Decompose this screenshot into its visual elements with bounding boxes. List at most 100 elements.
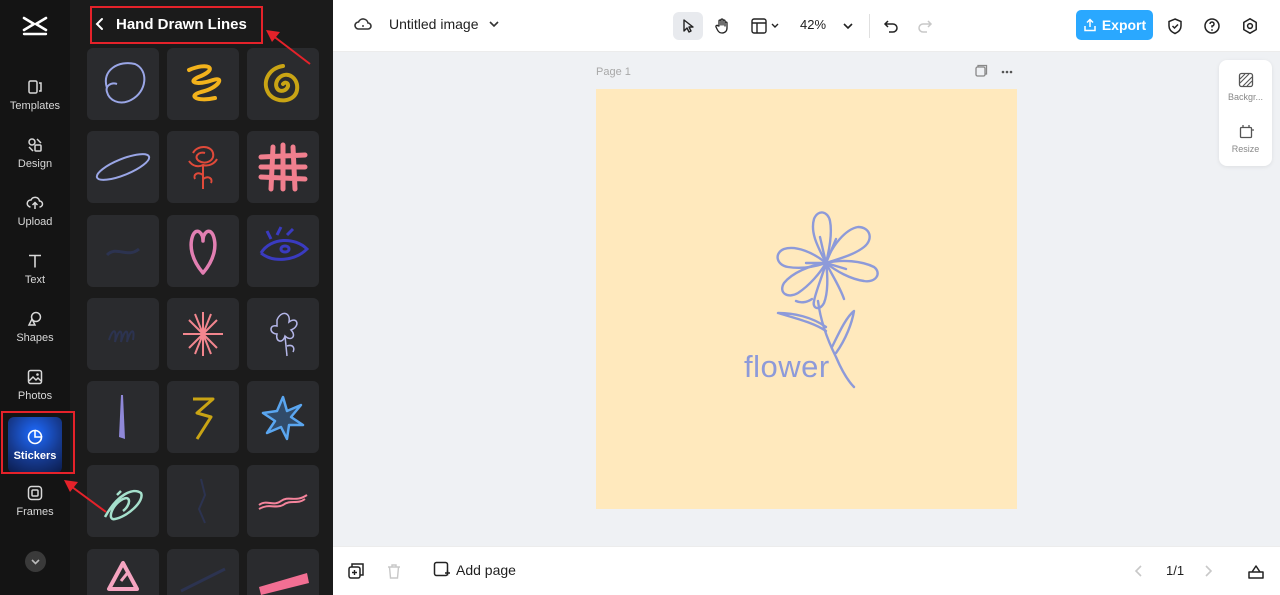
cloud-sync-icon[interactable]: [353, 14, 373, 34]
undo-button[interactable]: [876, 12, 906, 40]
rail-item-label: Photos: [17, 390, 53, 402]
shield-button[interactable]: [1160, 12, 1190, 40]
sticker-tile[interactable]: [167, 381, 239, 453]
chevron-down-icon: [31, 559, 40, 565]
zoom-dropdown-button[interactable]: [833, 12, 863, 40]
background-icon: [1238, 72, 1253, 88]
sticker-tile[interactable]: [247, 549, 319, 595]
export-icon: [1084, 18, 1096, 32]
rail-item-design[interactable]: Design: [0, 136, 70, 192]
next-page-icon[interactable]: [1199, 562, 1217, 580]
rail-item-label: Stickers: [13, 450, 57, 462]
settings-button[interactable]: [1235, 12, 1265, 40]
sticker-tile[interactable]: [167, 549, 239, 595]
artboard[interactable]: flower: [596, 89, 1017, 509]
yellow-loop-scribble-icon: [187, 64, 222, 102]
more-options-icon: [1001, 70, 1013, 74]
text-icon: [29, 254, 41, 268]
trash-icon[interactable]: [385, 562, 403, 580]
hand-icon: [715, 18, 728, 34]
photos-icon: [27, 369, 43, 385]
sticker-tile[interactable]: [167, 298, 239, 370]
previous-page-icon[interactable]: [1130, 562, 1148, 580]
undo-icon: [883, 20, 898, 33]
rail-more-button[interactable]: [25, 551, 46, 572]
gold-zigzag-icon: [193, 397, 215, 440]
sticker-tile[interactable]: [247, 381, 319, 453]
rail-item-label: Shapes: [16, 332, 54, 344]
rail-item-text[interactable]: Text: [0, 252, 70, 308]
canvas-workspace[interactable]: Page 1 flower Backgr... Resize: [333, 52, 1280, 546]
purple-lily-line-icon: [270, 312, 298, 357]
sticker-tile[interactable]: [247, 465, 319, 537]
upload-icon: [26, 196, 44, 209]
page-counter: 1/1: [1166, 563, 1185, 578]
red-rose-line-icon: [188, 146, 218, 189]
resize-tool-label: Resize: [1231, 144, 1260, 154]
pages-panel-icon[interactable]: [1247, 562, 1265, 580]
select-tool-button[interactable]: [673, 12, 703, 40]
toolbar-divider: [869, 14, 870, 38]
page-actions[interactable]: [973, 64, 1019, 80]
resize-tool[interactable]: Resize: [1219, 124, 1272, 154]
flower-text-layer[interactable]: flower: [744, 349, 830, 385]
hand-tool-button[interactable]: [707, 12, 737, 40]
document-title-area[interactable]: Untitled image: [353, 14, 501, 34]
document-title[interactable]: Untitled image: [389, 16, 479, 32]
sticker-tile[interactable]: [167, 465, 239, 537]
rail-item-label: Text: [24, 274, 46, 286]
sticker-tile[interactable]: [87, 215, 159, 287]
add-page-button[interactable]: Add page: [433, 561, 516, 579]
annotation-arrow-icon: [266, 30, 311, 65]
dark-blue-scribble-icon: [105, 247, 140, 257]
navy-diagonal-stroke-icon: [180, 567, 226, 593]
help-icon: [1204, 18, 1220, 34]
pink-starburst-icon: [183, 312, 223, 356]
dark-wavy-lines-icon: [108, 330, 135, 343]
page-label: Page 1: [596, 66, 631, 78]
export-button[interactable]: Export: [1076, 10, 1153, 40]
highlight-box-panel-title: [90, 6, 263, 44]
sticker-tile[interactable]: [247, 215, 319, 287]
sticker-tile[interactable]: [247, 298, 319, 370]
side-tools-panel: Backgr... Resize: [1219, 60, 1272, 166]
duplicate-page-icon: [975, 64, 988, 77]
duplicate-icon[interactable]: [347, 562, 365, 580]
pink-hash-grid-icon: [258, 142, 308, 192]
rail-item-label: Templates: [9, 100, 61, 112]
sticker-tile[interactable]: [167, 215, 239, 287]
rail-item-upload[interactable]: Upload: [0, 194, 70, 250]
sticker-tile[interactable]: [167, 48, 239, 120]
gear-icon: [1243, 18, 1257, 34]
add-page-label: Add page: [456, 562, 516, 578]
sticker-tile[interactable]: [247, 131, 319, 203]
chevron-down-icon[interactable]: [487, 17, 501, 31]
redo-icon: [918, 20, 933, 33]
pink-heart-outline-icon: [189, 229, 217, 275]
sticker-tile[interactable]: [167, 131, 239, 203]
top-toolbar: Untitled image 42% Export: [333, 0, 1280, 52]
background-tool-label: Backgr...: [1227, 92, 1263, 102]
redo-button[interactable]: [910, 12, 940, 40]
blue-star-burst-icon: [261, 395, 305, 441]
rail-item-label: Frames: [16, 506, 54, 518]
add-page-icon: [433, 561, 450, 577]
background-tool[interactable]: Backgr...: [1219, 72, 1272, 102]
annotation-arrow-icon: [64, 480, 107, 513]
sticker-tile[interactable]: [87, 298, 159, 370]
sticker-tile[interactable]: [87, 48, 159, 120]
sticker-tile[interactable]: [87, 381, 159, 453]
design-icon: [28, 138, 42, 152]
rail-item-shapes[interactable]: Shapes: [0, 310, 70, 366]
blue-circle-scribble-icon: [104, 62, 146, 104]
rail-item-templates[interactable]: Templates: [0, 78, 70, 134]
navy-eye-scribble-icon: [259, 226, 310, 261]
capcut-logo[interactable]: [22, 14, 48, 36]
pink-wavy-double-line-icon: [258, 494, 308, 510]
layout-menu-button[interactable]: [747, 12, 785, 40]
sticker-tile[interactable]: [87, 131, 159, 203]
pink-triangle-marks-icon: [107, 561, 139, 591]
sticker-tile[interactable]: [87, 549, 159, 595]
zoom-level[interactable]: 42%: [800, 17, 826, 32]
help-button[interactable]: [1197, 12, 1227, 40]
